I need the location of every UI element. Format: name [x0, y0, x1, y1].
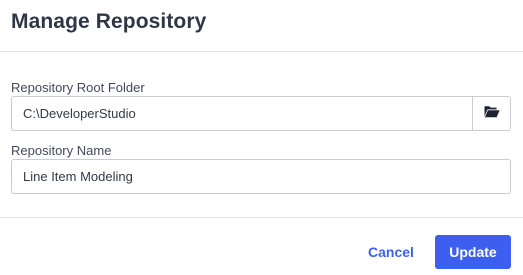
repository-name-label: Repository Name [11, 143, 112, 158]
manage-repository-dialog: Manage Repository Repository Root Folder… [0, 0, 523, 275]
browse-folder-button[interactable] [472, 96, 511, 131]
repository-name-input[interactable] [11, 159, 511, 194]
update-button[interactable]: Update [435, 235, 511, 269]
cancel-button[interactable]: Cancel [362, 235, 420, 269]
root-folder-input[interactable] [11, 96, 473, 131]
dialog-title: Manage Repository [11, 10, 207, 33]
dialog-header: Manage Repository [0, 0, 523, 52]
dialog-body: Repository Root Folder Repository Name [0, 52, 523, 218]
folder-open-icon [484, 105, 500, 123]
dialog-footer: Cancel Update [0, 218, 523, 275]
root-folder-label: Repository Root Folder [11, 80, 145, 95]
